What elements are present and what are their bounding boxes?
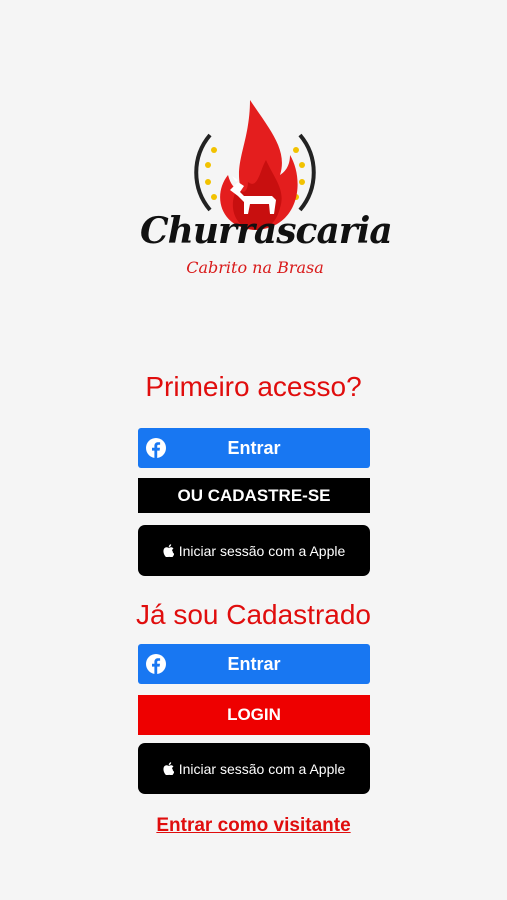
login-button[interactable]: LOGIN xyxy=(138,695,370,735)
register-button-label: OU CADASTRE-SE xyxy=(177,485,331,505)
apple-signin-button-first[interactable]: Iniciar sessão com a Apple xyxy=(138,525,370,576)
logo-title: Churrascaria xyxy=(140,210,393,252)
register-button[interactable]: OU CADASTRE-SE xyxy=(138,478,370,513)
apple-signin-button-registered[interactable]: Iniciar sessão com a Apple xyxy=(138,743,370,794)
restaurant-logo: Churrascaria Cabrito na Brasa xyxy=(140,90,393,290)
apple-button-label: Iniciar sessão com a Apple xyxy=(178,760,346,777)
apple-icon xyxy=(163,544,174,557)
facebook-button-label: Entrar xyxy=(227,653,281,674)
guest-entry-link[interactable]: Entrar como visitante xyxy=(0,815,507,837)
logo-subtitle: Cabrito na Brasa xyxy=(186,258,324,277)
login-button-label: LOGIN xyxy=(227,705,281,724)
facebook-icon xyxy=(146,438,166,458)
facebook-icon xyxy=(146,654,166,674)
registered-heading: Já sou Cadastrado xyxy=(135,599,372,630)
facebook-login-button-first[interactable]: Entrar xyxy=(138,428,370,468)
apple-icon xyxy=(163,762,174,775)
facebook-login-button-registered[interactable]: Entrar xyxy=(138,644,370,684)
facebook-button-label: Entrar xyxy=(227,437,281,458)
first-access-heading: Primeiro acesso? xyxy=(145,371,362,402)
apple-button-label: Iniciar sessão com a Apple xyxy=(178,542,346,559)
